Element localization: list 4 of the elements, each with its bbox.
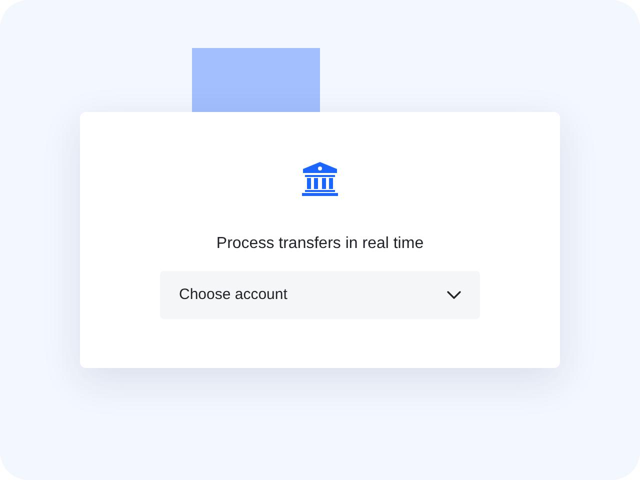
chevron-down-icon: [447, 291, 461, 299]
bank-icon: [302, 162, 338, 196]
account-dropdown[interactable]: Choose account: [160, 271, 480, 319]
card-heading: Process transfers in real time: [216, 234, 424, 254]
